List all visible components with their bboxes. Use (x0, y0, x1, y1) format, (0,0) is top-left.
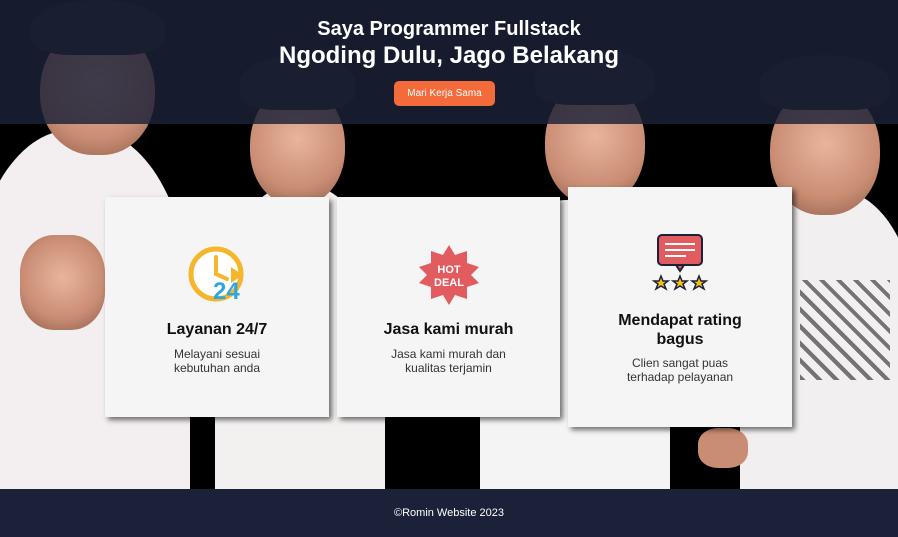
service-card-rating: Mendapat rating bagus Clien sangat puas … (568, 187, 792, 427)
svg-text:DEAL: DEAL (434, 277, 464, 289)
card-description: Clien sangat puas terhadap pelayanan (626, 356, 734, 384)
footer: ©Romin Website 2023 (0, 489, 898, 537)
copyright-text: ©Romin Website 2023 (393, 507, 504, 519)
svg-text:24: 24 (213, 278, 240, 305)
card-title: Jasa kami murah (383, 321, 514, 338)
service-card-24-7: 24 Layanan 24/7 Melayani sesuai kebutuha… (105, 197, 329, 417)
card-title: Layanan 24/7 (166, 321, 268, 338)
page-title: Saya Programmer Fullstack (317, 18, 581, 40)
card-description: Jasa kami murah dan kualitas terjamin (391, 347, 506, 375)
hot-deal-icon: HOT DEAL (337, 243, 560, 307)
service-card-cheap: HOT DEAL Jasa kami murah Jasa kami murah… (337, 197, 560, 417)
card-description: Melayani sesuai kebutuhan anda (173, 347, 261, 375)
svg-text:HOT: HOT (437, 264, 461, 276)
page-subtitle: Ngoding Dulu, Jago Belakang (278, 42, 620, 69)
rating-icon (568, 233, 792, 297)
hero-header: Saya Programmer Fullstack Ngoding Dulu, … (0, 0, 898, 124)
card-title: Mendapat rating bagus (618, 312, 742, 348)
cta-button[interactable]: Mari Kerja Sama (394, 81, 495, 106)
clock-24-icon: 24 (105, 245, 329, 305)
